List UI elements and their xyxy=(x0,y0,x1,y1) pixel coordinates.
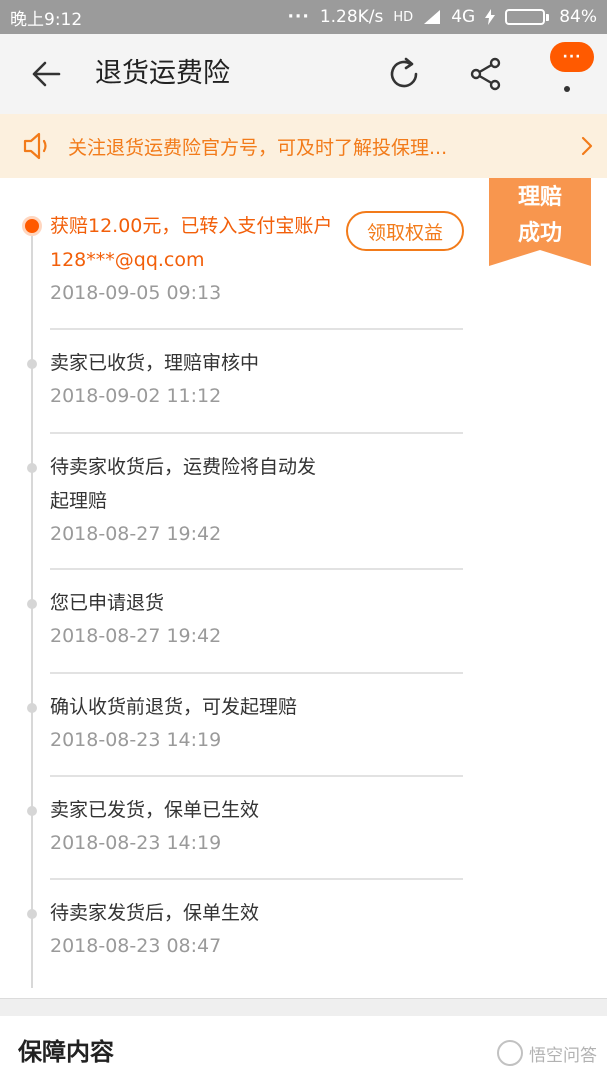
timeline-dot xyxy=(27,806,37,816)
watermark-logo-icon xyxy=(497,1040,523,1066)
ribbon-line-1: 理赔 xyxy=(517,185,562,210)
refresh-button[interactable] xyxy=(384,54,424,94)
timeline-dot xyxy=(27,359,37,369)
hd-indicator: HD xyxy=(393,9,414,25)
divider xyxy=(50,775,463,777)
event-title: 确认收货前退货，可发起理赔 xyxy=(50,696,298,718)
timeline-event: 卖家已收货，理赔审核中 2018-09-02 11:12 xyxy=(50,346,463,412)
watermark: 悟空问答 xyxy=(497,1040,597,1066)
back-button[interactable] xyxy=(26,56,66,92)
section-separator xyxy=(0,998,607,1016)
divider xyxy=(50,568,463,570)
divider xyxy=(50,328,463,330)
app-header: 退货运费险 ··· xyxy=(0,34,607,114)
divider xyxy=(50,878,463,880)
speaker-icon xyxy=(22,129,56,163)
timeline-dot xyxy=(27,703,37,713)
timeline-event: 待卖家发货后，保单生效 2018-08-23 08:47 xyxy=(50,896,463,962)
share-button[interactable] xyxy=(466,54,506,94)
timeline-dot-active xyxy=(22,216,42,236)
section-title: 保障内容 xyxy=(18,1038,114,1066)
status-indicators: ··· 1.28K/s HD 4G 84% xyxy=(287,7,597,27)
status-bar: 晚上9:12 ··· 1.28K/s HD 4G 84% xyxy=(0,0,607,34)
claim-benefit-button[interactable]: 领取权益 xyxy=(346,211,464,251)
event-title: 卖家已收货，理赔审核中 xyxy=(50,352,260,374)
event-title-cont: 起理赔 xyxy=(50,490,108,512)
timeline-event: 待卖家收货后，运费险将自动发 起理赔 2018-08-27 19:42 xyxy=(50,450,463,550)
charging-icon xyxy=(485,9,496,25)
page-title: 退货运费险 xyxy=(95,58,230,89)
more-dot-icon xyxy=(564,86,570,92)
event-time: 2018-09-05 09:13 xyxy=(50,282,222,304)
event-title: 待卖家发货后，保单生效 xyxy=(50,902,260,924)
claim-timeline: 理赔 成功 获赔12.00元，已转入支付宝账户 128***@qq.com 20… xyxy=(0,178,607,998)
timeline-dot xyxy=(27,463,37,473)
event-time: 2018-08-23 14:19 xyxy=(50,729,222,751)
ribbon-line-2: 成功 xyxy=(517,221,562,246)
more-button[interactable]: ··· xyxy=(548,42,594,102)
chevron-right-icon xyxy=(567,135,607,157)
arrow-left-icon xyxy=(32,61,61,87)
event-time: 2018-08-23 08:47 xyxy=(50,935,222,957)
signal-icon xyxy=(424,10,441,24)
timeline-event: 您已申请退货 2018-08-27 19:42 xyxy=(50,586,463,652)
timeline-dot xyxy=(27,909,37,919)
event-title: 待卖家收货后，运费险将自动发 xyxy=(50,456,317,478)
refresh-icon xyxy=(390,57,418,88)
more-badge: ··· xyxy=(550,42,594,72)
notice-text: 关注退货运费险官方号，可及时了解投保理... xyxy=(68,136,448,159)
divider xyxy=(50,432,463,434)
network-speed: 1.28K/s xyxy=(319,7,384,27)
event-title: 您已申请退货 xyxy=(50,592,165,614)
share-icon xyxy=(470,57,501,91)
event-time: 2018-09-02 11:12 xyxy=(50,385,222,407)
event-time: 2018-08-27 19:42 xyxy=(50,625,222,647)
timeline-dot xyxy=(27,599,37,609)
timeline-event: 卖家已发货，保单已生效 2018-08-23 14:19 xyxy=(50,793,463,859)
event-time: 2018-08-23 14:19 xyxy=(50,832,222,854)
status-dots: ··· xyxy=(287,7,310,27)
battery-percent: 84% xyxy=(559,7,597,27)
divider xyxy=(50,672,463,674)
timeline-event: 确认收货前退货，可发起理赔 2018-08-23 14:19 xyxy=(50,690,463,756)
network-type: 4G xyxy=(451,7,476,27)
event-time: 2018-08-27 19:42 xyxy=(50,523,222,545)
event-title: 卖家已发货，保单已生效 xyxy=(50,799,260,821)
status-time: 晚上9:12 xyxy=(10,9,83,30)
watermark-text: 悟空问答 xyxy=(529,1045,597,1066)
claim-success-ribbon: 理赔 成功 xyxy=(489,178,591,266)
notice-bar[interactable]: 关注退货运费险官方号，可及时了解投保理... xyxy=(0,114,607,178)
battery-icon xyxy=(505,9,550,25)
